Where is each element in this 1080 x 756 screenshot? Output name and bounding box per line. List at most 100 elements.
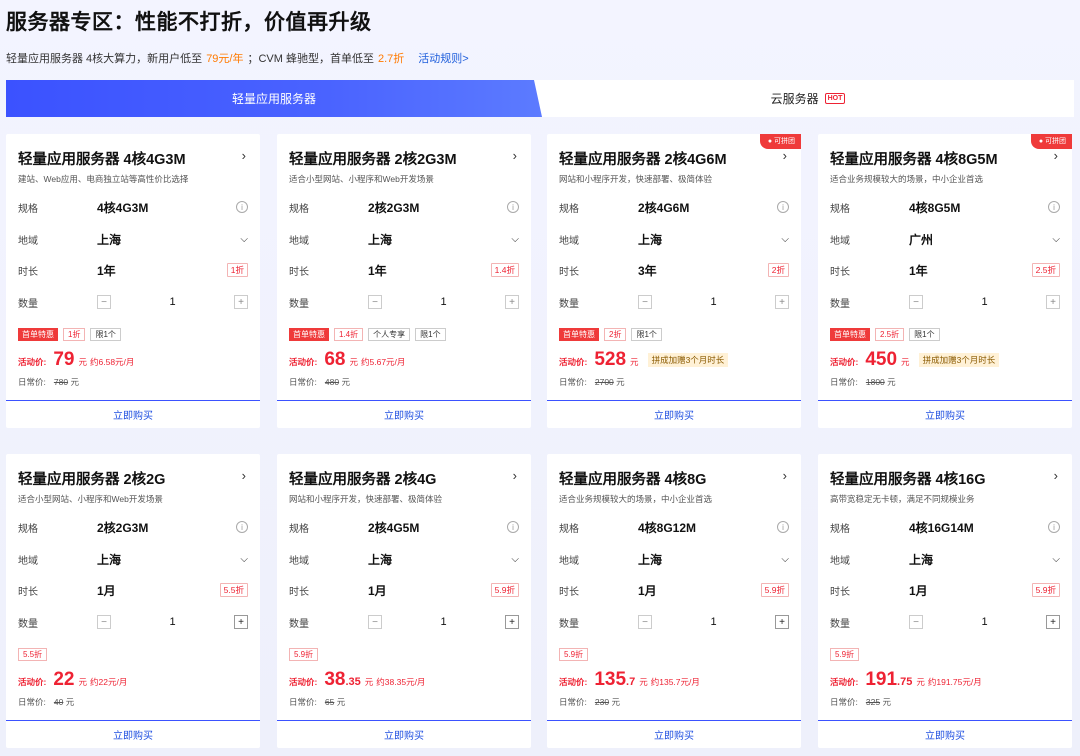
decrement-button[interactable]: −	[909, 295, 923, 309]
daily-price: 日常价: 230 元	[559, 696, 620, 708]
card-header: 轻量应用服务器 2核4G6M › 网站和小程序开发，快速部署、极简体验	[547, 134, 801, 185]
region-select[interactable]: 地域 上海 ⌵	[830, 549, 1060, 569]
region-select[interactable]: 地域 上海 ⌵	[18, 229, 248, 249]
duration-row[interactable]: 时长 1月 5.5折	[18, 580, 248, 600]
increment-button[interactable]: +	[1046, 295, 1060, 309]
price-unit: 元	[639, 677, 648, 687]
increment-button[interactable]: +	[1046, 615, 1060, 629]
spec-row: 规格 2核4G5M i	[289, 517, 519, 537]
card-title[interactable]: 轻量应用服务器 4核4G3M	[18, 148, 248, 169]
card-title[interactable]: 轻量应用服务器 2核2G	[18, 468, 248, 489]
buy-now-button[interactable]: 立即购买	[6, 400, 260, 428]
chevron-right-icon[interactable]: ›	[513, 468, 517, 483]
increment-button[interactable]: +	[775, 295, 789, 309]
region-select[interactable]: 地域 上海 ⌵	[559, 229, 789, 249]
info-icon[interactable]: i	[236, 521, 248, 533]
region-label: 地域	[830, 555, 850, 567]
region-select[interactable]: 地域 上海 ⌵	[559, 549, 789, 569]
increment-button[interactable]: +	[505, 615, 519, 629]
card-title[interactable]: 轻量应用服务器 4核8G5M	[830, 148, 1060, 169]
duration-row[interactable]: 时长 3年 2折	[559, 260, 789, 280]
increment-button[interactable]: +	[505, 295, 519, 309]
price-unit: 元	[901, 357, 910, 367]
chevron-right-icon[interactable]: ›	[242, 148, 246, 163]
chevron-right-icon[interactable]: ›	[1054, 148, 1058, 163]
decrement-button[interactable]: −	[909, 615, 923, 629]
product-card: 轻量应用服务器 4核16G › 高带宽稳定无卡顿，满足不同规模业务 规格 4核1…	[818, 454, 1072, 748]
decrement-button[interactable]: −	[368, 615, 382, 629]
quantity-value[interactable]: 1	[111, 296, 234, 308]
duration-row[interactable]: 时长 1年 2.5折	[830, 260, 1060, 280]
chevron-right-icon[interactable]: ›	[783, 468, 787, 483]
card-header: 轻量应用服务器 2核4G › 网站和小程序开发，快速部署、极简体验	[277, 454, 531, 505]
duration-row[interactable]: 时长 1年 1折	[18, 260, 248, 280]
card-title[interactable]: 轻量应用服务器 4核16G	[830, 468, 1060, 489]
region-select[interactable]: 地域 广州 ⌵	[830, 229, 1060, 249]
duration-discount: 5.9折	[490, 583, 519, 597]
info-icon[interactable]: i	[1048, 521, 1060, 533]
region-select[interactable]: 地域 上海 ⌵	[289, 549, 519, 569]
daily-price: 日常价: 480 元	[289, 376, 350, 388]
region-value: 上海	[97, 232, 122, 247]
quantity-value[interactable]: 1	[652, 616, 775, 628]
chevron-right-icon[interactable]: ›	[1054, 468, 1058, 483]
duration-label: 时长	[18, 266, 38, 278]
quantity-value[interactable]: 1	[923, 296, 1046, 308]
buy-now-button[interactable]: 立即购买	[818, 400, 1072, 428]
daily-price-label: 日常价:	[830, 377, 858, 387]
card-title[interactable]: 轻量应用服务器 4核8G	[559, 468, 789, 489]
chevron-right-icon[interactable]: ›	[783, 148, 787, 163]
buy-now-button[interactable]: 立即购买	[818, 720, 1072, 748]
increment-button[interactable]: +	[234, 615, 248, 629]
info-icon[interactable]: i	[777, 201, 789, 213]
daily-price-label: 日常价:	[830, 697, 858, 707]
info-icon[interactable]: i	[236, 201, 248, 213]
card-title[interactable]: 轻量应用服务器 2核4G	[289, 468, 519, 489]
decrement-button[interactable]: −	[638, 295, 652, 309]
chevron-right-icon[interactable]: ›	[242, 468, 246, 483]
duration-row[interactable]: 时长 1月 5.9折	[289, 580, 519, 600]
info-icon[interactable]: i	[507, 521, 519, 533]
card-title[interactable]: 轻量应用服务器 2核2G3M	[289, 148, 519, 169]
subtitle-text-a: 轻量应用服务器 4核大算力，新用户低至	[6, 53, 203, 65]
quantity-value[interactable]: 1	[923, 616, 1046, 628]
quantity-value[interactable]: 1	[382, 616, 505, 628]
tab-lightweight-server[interactable]: 轻量应用服务器	[6, 80, 542, 117]
chevron-right-icon[interactable]: ›	[513, 148, 517, 163]
decrement-button[interactable]: −	[97, 295, 111, 309]
server-type-tabs: 轻量应用服务器 云服务器 HOT	[6, 80, 1074, 117]
buy-now-button[interactable]: 立即购买	[277, 720, 531, 748]
card-title[interactable]: 轻量应用服务器 2核4G6M	[559, 148, 789, 169]
quantity-value[interactable]: 1	[382, 296, 505, 308]
card-description: 高带宽稳定无卡顿，满足不同规模业务	[830, 494, 975, 504]
activity-rules-link[interactable]: 活动规则>	[418, 50, 468, 66]
tab-cloud-server[interactable]: 云服务器 HOT	[542, 80, 1074, 117]
quantity-value[interactable]: 1	[652, 296, 775, 308]
region-select[interactable]: 地域 上海 ⌵	[18, 549, 248, 569]
duration-value: 1年	[368, 263, 387, 278]
quantity-value[interactable]: 1	[111, 616, 234, 628]
increment-button[interactable]: +	[234, 295, 248, 309]
duration-row[interactable]: 时长 1月 5.9折	[830, 580, 1060, 600]
info-icon[interactable]: i	[507, 201, 519, 213]
buy-now-button[interactable]: 立即购买	[277, 400, 531, 428]
hot-badge: HOT	[824, 93, 846, 104]
info-icon[interactable]: i	[777, 521, 789, 533]
quantity-label: 数量	[830, 298, 850, 310]
duration-discount: 2折	[767, 263, 789, 277]
decrement-button[interactable]: −	[368, 295, 382, 309]
decrement-button[interactable]: −	[97, 615, 111, 629]
duration-discount: 1折	[226, 263, 248, 277]
buy-now-button[interactable]: 立即购买	[547, 720, 801, 748]
buy-now-button[interactable]: 立即购买	[547, 400, 801, 428]
buy-now-button[interactable]: 立即购买	[6, 720, 260, 748]
region-select[interactable]: 地域 上海 ⌵	[289, 229, 519, 249]
region-label: 地域	[289, 235, 309, 247]
decrement-button[interactable]: −	[638, 615, 652, 629]
info-icon[interactable]: i	[1048, 201, 1060, 213]
duration-row[interactable]: 时长 1月 5.9折	[559, 580, 789, 600]
increment-button[interactable]: +	[775, 615, 789, 629]
monthly-price: 约22元/月	[90, 677, 128, 687]
duration-row[interactable]: 时长 1年 1.4折	[289, 260, 519, 280]
price-unit: 元	[630, 357, 639, 367]
